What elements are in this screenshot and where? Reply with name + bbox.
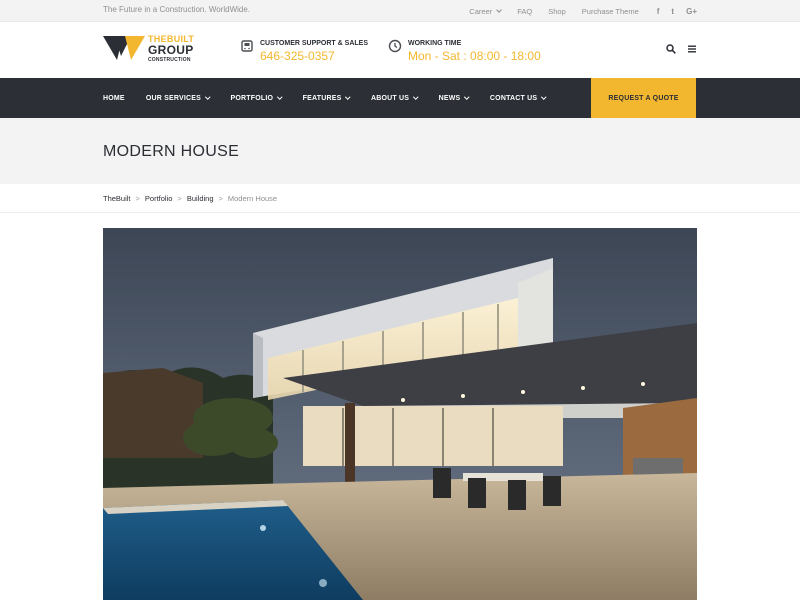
nav-item-label: CONTACT US — [489, 94, 538, 102]
top-link-purchase-theme[interactable]: Purchase Theme — [582, 7, 639, 16]
hours-value: Mon - Sat : 08:00 - 18:00 — [408, 49, 541, 63]
top-links: Career FAQ Shop Purchase Theme f t G+ — [453, 0, 697, 22]
nav-items: HOME OUR SERVICES PORTFOLIO FEATURES ABO… — [103, 78, 567, 118]
chevron-down-icon — [277, 94, 283, 100]
top-link-career[interactable]: Career — [469, 6, 503, 16]
main-nav: HOME OUR SERVICES PORTFOLIO FEATURES ABO… — [0, 78, 800, 118]
chevron-down-icon — [464, 94, 470, 100]
nav-item-home[interactable]: HOME — [103, 95, 125, 102]
nav-item-label: ABOUT US — [370, 94, 410, 102]
facebook-icon[interactable]: f — [657, 7, 660, 16]
tagline: The Future in a Construction. WorldWide. — [103, 5, 251, 14]
chevron-down-icon — [205, 94, 211, 100]
breadcrumb-link-portfolio[interactable]: Portfolio — [145, 194, 173, 203]
chevron-down-icon — [345, 94, 351, 100]
nav-item-label: NEWS — [438, 94, 461, 102]
breadcrumb: TheBuilt > Portfolio > Building > Modern… — [0, 184, 800, 213]
page-title-band: MODERN HOUSE — [0, 118, 800, 184]
logo-line-2: GROUP — [148, 43, 194, 57]
menu-icon[interactable] — [687, 44, 697, 54]
nav-item-label: OUR SERVICES — [145, 94, 201, 102]
top-link-shop[interactable]: Shop — [548, 7, 566, 16]
top-link-faq[interactable]: FAQ — [517, 7, 532, 16]
breadcrumb-link-home[interactable]: TheBuilt — [103, 194, 131, 203]
site-logo[interactable]: THEBUILT GROUP CONSTRUCTION — [103, 34, 213, 64]
hours-info: WORKING TIME Mon - Sat : 08:00 - 18:00 — [388, 39, 548, 65]
nav-item-contact-us[interactable]: CONTACT US — [489, 94, 547, 102]
top-bar: The Future in a Construction. WorldWide.… — [0, 0, 800, 22]
chevron-down-icon — [541, 94, 547, 100]
modern-house-photo — [103, 228, 697, 600]
nav-item-label: HOME — [103, 94, 125, 102]
twitter-icon[interactable]: t — [671, 7, 674, 16]
logo-mark-icon — [103, 36, 145, 60]
google-plus-icon[interactable]: G+ — [686, 7, 697, 16]
request-quote-button[interactable]: REQUEST A QUOTE — [591, 78, 696, 118]
nav-item-news[interactable]: NEWS — [438, 94, 470, 102]
project-hero-image — [103, 228, 697, 600]
breadcrumb-separator: > — [135, 194, 140, 203]
chevron-down-icon — [496, 7, 503, 13]
top-link-label: Career — [469, 6, 493, 16]
breadcrumb-row: TheBuilt > Portfolio > Building > Modern… — [103, 194, 277, 203]
site-header: THEBUILT GROUP CONSTRUCTION CUSTOMER SUP… — [0, 22, 800, 78]
breadcrumb-link-building[interactable]: Building — [187, 194, 214, 203]
hours-label: WORKING TIME — [408, 40, 462, 47]
breadcrumb-current: Modern House — [227, 194, 278, 203]
chevron-down-icon — [413, 94, 419, 100]
nav-item-label: FEATURES — [302, 94, 342, 102]
nav-item-about-us[interactable]: ABOUT US — [370, 94, 419, 102]
page-title: MODERN HOUSE — [103, 143, 240, 160]
support-info: CUSTOMER SUPPORT & SALES 646-325-0357 — [240, 39, 370, 65]
header-icons — [655, 44, 697, 54]
logo-line-3: CONSTRUCTION — [148, 57, 191, 63]
breadcrumb-separator: > — [177, 194, 182, 203]
nav-item-label: PORTFOLIO — [230, 94, 274, 102]
search-icon[interactable] — [666, 44, 676, 54]
clock-icon — [388, 39, 402, 53]
nav-item-our-services[interactable]: OUR SERVICES — [145, 94, 211, 102]
support-phone[interactable]: 646-325-0357 — [260, 49, 335, 63]
nav-item-features[interactable]: FEATURES — [302, 94, 351, 102]
support-label: CUSTOMER SUPPORT & SALES — [260, 40, 368, 47]
breadcrumb-separator: > — [218, 194, 223, 203]
nav-item-portfolio[interactable]: PORTFOLIO — [230, 94, 283, 102]
phone-icon — [241, 40, 253, 52]
